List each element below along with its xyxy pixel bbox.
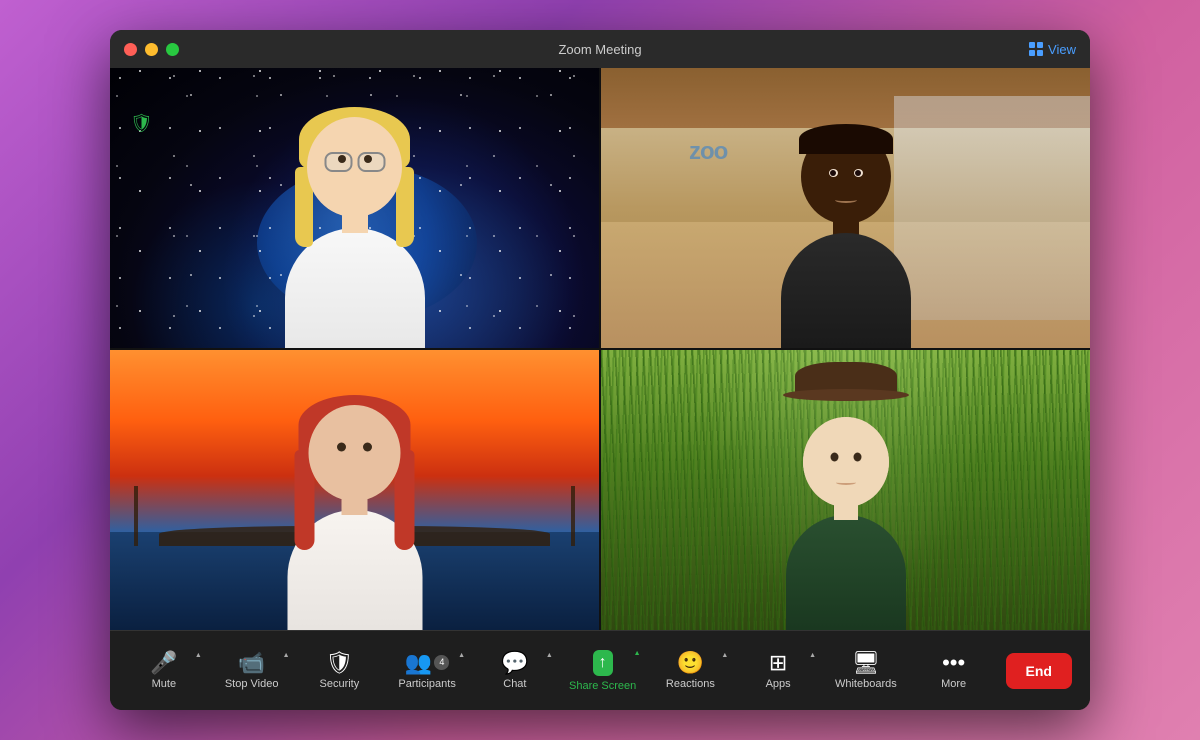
chat-chevron[interactable]: ▲: [546, 652, 553, 659]
minimize-button[interactable]: [145, 43, 158, 56]
participants-icon-wrap: 👥 4: [405, 652, 449, 674]
participants-label: Participants: [398, 678, 455, 690]
view-button[interactable]: View: [1029, 42, 1076, 57]
reactions-chevron[interactable]: ▲: [721, 652, 728, 659]
close-button[interactable]: [124, 43, 137, 56]
video-icon: 📹: [238, 652, 265, 674]
stop-video-chevron[interactable]: ▲: [283, 652, 290, 659]
window-light: [894, 96, 1090, 320]
view-label: View: [1048, 42, 1076, 57]
participant-cell-4[interactable]: [601, 350, 1090, 630]
window-title: Zoom Meeting: [558, 42, 641, 57]
bridge-tower-l: [134, 486, 138, 546]
shield-icon: 🛡: [325, 652, 353, 674]
more-label: More: [941, 678, 966, 690]
share-screen-button[interactable]: ▲ ↑ Share Screen: [559, 642, 647, 700]
security-badge: 🛡: [130, 113, 153, 134]
more-button[interactable]: ••• More: [910, 644, 998, 698]
participants-chevron[interactable]: ▲: [458, 652, 465, 659]
participant-bg-4: [601, 350, 1090, 630]
participant-cell-3[interactable]: [110, 350, 599, 630]
titlebar: Zoom Meeting View: [110, 30, 1090, 68]
avatar-4: [786, 417, 906, 630]
stop-video-button[interactable]: ▲ 📹 Stop Video: [208, 644, 296, 698]
participant-bg-1: [110, 68, 599, 348]
apps-icon: ⊞: [769, 652, 787, 674]
whiteboards-button[interactable]: 🖥 Whiteboards: [822, 644, 910, 698]
security-label: Security: [320, 678, 360, 690]
end-button[interactable]: End: [1006, 653, 1072, 689]
share-screen-chevron[interactable]: ▲: [634, 650, 641, 657]
reactions-label: Reactions: [666, 678, 715, 690]
participant-cell-1[interactable]: [110, 68, 599, 348]
mute-label: Mute: [152, 678, 176, 690]
mute-button[interactable]: ▲ 🎤 Mute: [120, 644, 208, 698]
security-button[interactable]: 🛡 Security: [296, 644, 384, 698]
participants-icon: 👥: [405, 652, 432, 674]
apps-label: Apps: [766, 678, 791, 690]
avatar-3: [287, 405, 422, 630]
chat-button[interactable]: ▲ 💬 Chat: [471, 644, 559, 698]
toolbar: ▲ 🎤 Mute ▲ 📹 Stop Video 🛡 Security ▲ 👥 4…: [110, 630, 1090, 710]
bridge-tower-r: [571, 486, 575, 546]
participants-count: 4: [434, 655, 449, 670]
traffic-lights: [124, 43, 179, 56]
reactions-icon: 🙂: [677, 652, 704, 674]
video-grid: 🛡: [110, 68, 1090, 630]
maximize-button[interactable]: [166, 43, 179, 56]
reactions-button[interactable]: ▲ 🙂 Reactions: [647, 644, 735, 698]
microphone-icon: 🎤: [150, 652, 177, 674]
participants-button[interactable]: ▲ 👥 4 Participants: [383, 644, 471, 698]
avatar-2: [781, 129, 911, 348]
whiteboards-label: Whiteboards: [835, 678, 897, 690]
mute-chevron[interactable]: ▲: [195, 652, 202, 659]
avatar-1: [285, 117, 425, 348]
grid-icon: [1029, 42, 1043, 56]
chat-label: Chat: [503, 678, 526, 690]
chat-icon: 💬: [501, 652, 528, 674]
share-screen-icon-wrap: ↑: [593, 650, 613, 676]
apps-chevron[interactable]: ▲: [809, 652, 816, 659]
stop-video-label: Stop Video: [225, 678, 279, 690]
whiteboards-icon: 🖥: [852, 652, 880, 674]
participant-cell-2[interactable]: zoo: [601, 68, 1090, 348]
more-icon: •••: [942, 652, 965, 674]
participant-bg-3: [110, 350, 599, 630]
zoom-window: Zoom Meeting View 🛡: [110, 30, 1090, 710]
zoom-sign: zoo: [689, 138, 727, 166]
participant-bg-2: zoo: [601, 68, 1090, 348]
share-screen-label: Share Screen: [569, 680, 636, 692]
apps-button[interactable]: ▲ ⊞ Apps: [734, 644, 822, 698]
share-screen-icon: ↑: [599, 654, 607, 672]
